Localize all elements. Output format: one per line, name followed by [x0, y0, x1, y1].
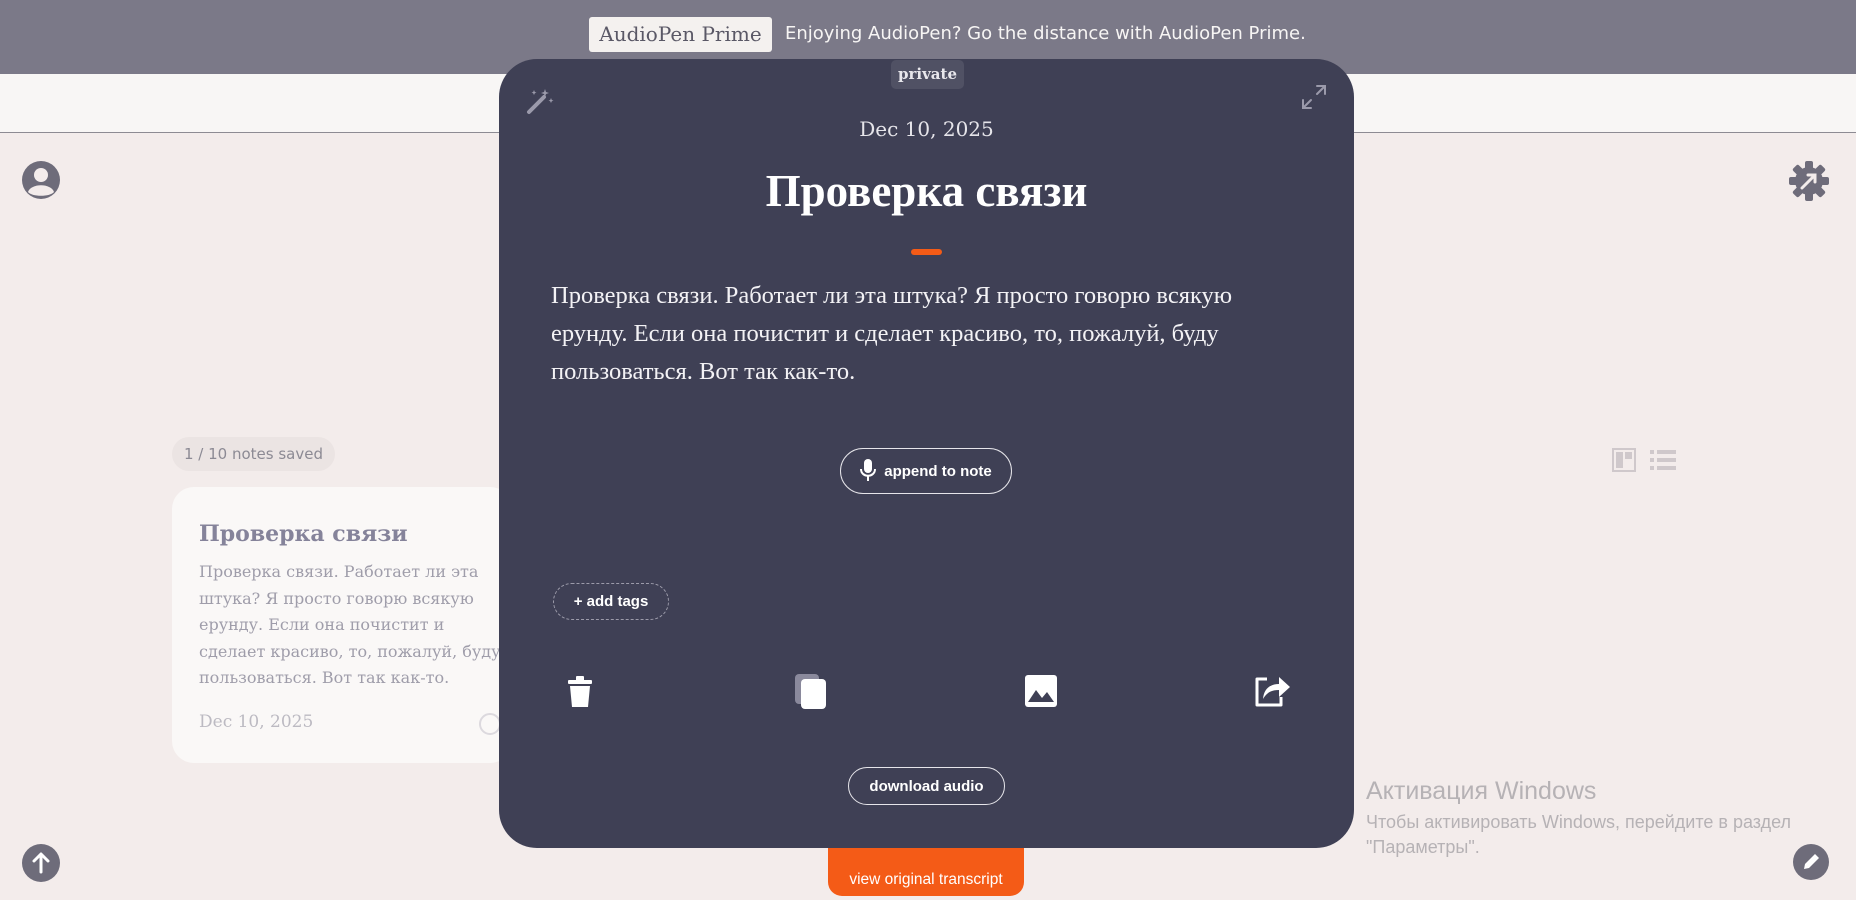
- note-body[interactable]: Проверка связи. Работает ли эта штука? Я…: [551, 277, 1311, 391]
- trash-icon[interactable]: [565, 675, 595, 709]
- copy-icon[interactable]: [794, 673, 828, 711]
- gear-icon[interactable]: [1788, 160, 1830, 202]
- note-select-checkbox[interactable]: [479, 713, 501, 735]
- notes-count-badge: 1 / 10 notes saved: [172, 437, 335, 471]
- prime-banner-message[interactable]: Enjoying AudioPen? Go the distance with …: [785, 22, 1306, 46]
- note-card-date: Dec 10, 2025: [199, 712, 314, 732]
- grid-view-icon[interactable]: [1612, 448, 1636, 472]
- windows-activation-subtitle: Чтобы активировать Windows, перейдите в …: [1366, 812, 1792, 857]
- title-divider: [911, 249, 942, 255]
- windows-activation-title: Активация Windows: [1366, 777, 1597, 805]
- append-to-note-label: append to note: [884, 462, 992, 480]
- add-tags-button[interactable]: + add tags: [553, 583, 669, 620]
- pencil-icon[interactable]: [1792, 843, 1830, 881]
- scroll-to-top-icon[interactable]: [21, 843, 61, 883]
- note-card-body: Проверка связи. Работает ли эта штука? Я…: [199, 562, 501, 687]
- prime-badge[interactable]: AudioPen Prime: [589, 17, 772, 52]
- note-card-title: Проверка связи: [199, 521, 408, 547]
- share-icon[interactable]: [1253, 673, 1291, 709]
- user-circle-icon[interactable]: [21, 160, 61, 200]
- append-to-note-button[interactable]: append to note: [840, 448, 1012, 494]
- privacy-badge[interactable]: private: [891, 60, 964, 89]
- image-icon[interactable]: [1024, 674, 1058, 708]
- download-audio-button[interactable]: download audio: [848, 767, 1005, 805]
- magic-wand-icon[interactable]: [525, 86, 555, 116]
- note-card[interactable]: Проверка связи Проверка связи. Работает …: [172, 487, 512, 763]
- note-date: Dec 10, 2025: [859, 117, 994, 141]
- note-modal: private Dec 10, 2025 Проверка связи Пров…: [499, 59, 1354, 848]
- note-title[interactable]: Проверка связи: [499, 165, 1354, 217]
- list-view-icon[interactable]: [1650, 448, 1676, 472]
- microphone-icon: [860, 458, 877, 485]
- expand-icon[interactable]: [1299, 82, 1329, 112]
